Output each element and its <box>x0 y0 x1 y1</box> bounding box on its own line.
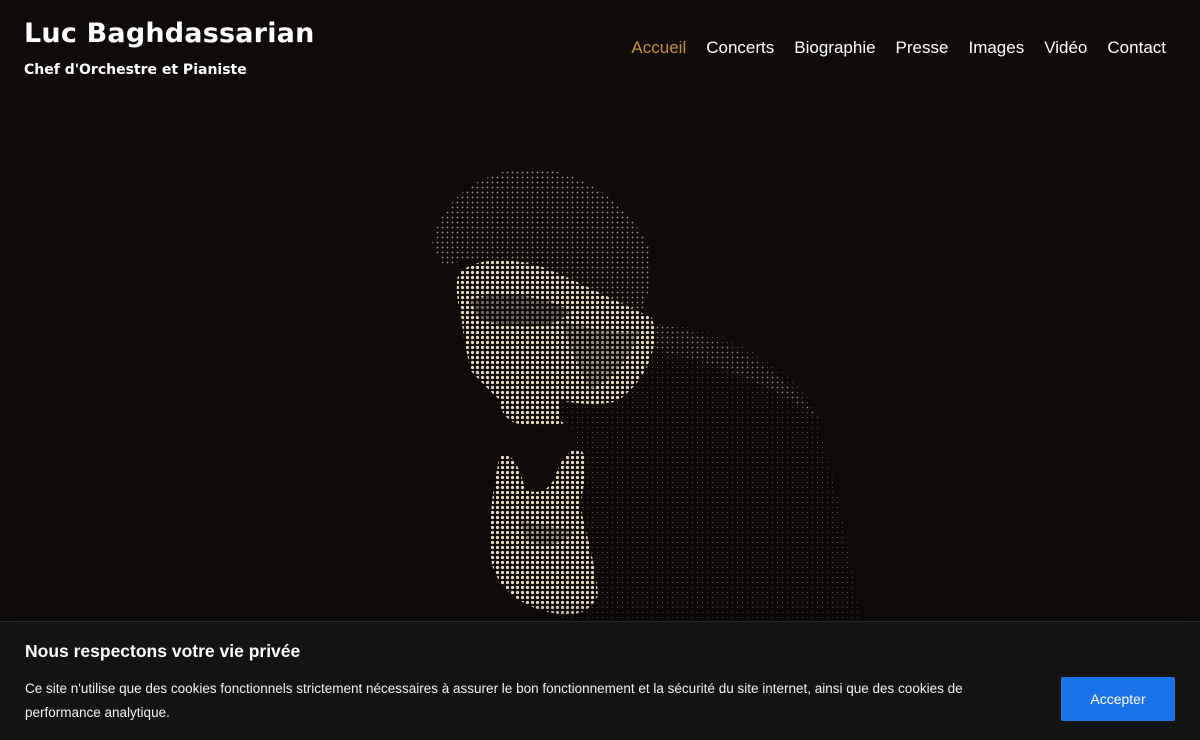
page: Luc Baghdassarian Chef d'Orchestre et Pi… <box>0 0 1200 740</box>
nav-item-biographie[interactable]: Biographie <box>794 36 875 60</box>
cookie-text: Ce site n'utilise que des cookies foncti… <box>25 681 963 720</box>
cookie-title: Nous respectons votre vie privée <box>25 641 301 661</box>
site-title[interactable]: Luc Baghdassarian <box>24 16 315 52</box>
nav-item-concerts[interactable]: Concerts <box>706 36 774 60</box>
nav-item-presse[interactable]: Presse <box>896 36 949 60</box>
nav-item-accueil[interactable]: Accueil <box>631 36 686 60</box>
nav-item-video[interactable]: Vidéo <box>1044 36 1087 60</box>
site-subtitle: Chef d'Orchestre et Pianiste <box>24 62 247 78</box>
site-header: Luc Baghdassarian Chef d'Orchestre et Pi… <box>0 0 1200 100</box>
brand: Luc Baghdassarian Chef d'Orchestre et Pi… <box>24 16 315 80</box>
nav-item-images[interactable]: Images <box>968 36 1024 60</box>
main-nav: Accueil Concerts Biographie Presse Image… <box>631 36 1166 60</box>
nav-item-contact[interactable]: Contact <box>1107 36 1166 60</box>
cookie-banner: Nous respectons votre vie privée Ce site… <box>0 621 1200 740</box>
accept-cookies-button[interactable]: Accepter <box>1061 677 1175 721</box>
